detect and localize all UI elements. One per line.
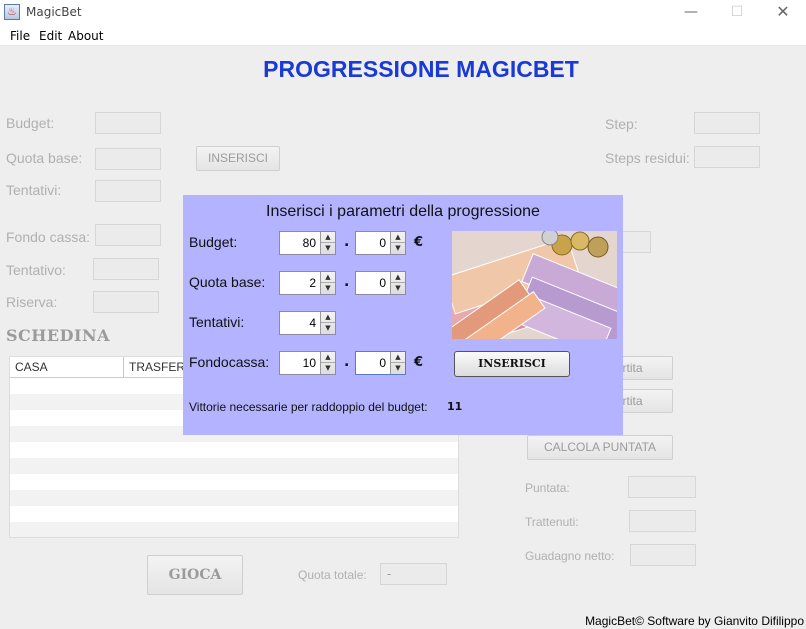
quota-dec-spinner[interactable]: 0 ▲ ▼	[355, 271, 406, 295]
spinner-arrows[interactable]: ▲ ▼	[320, 232, 335, 254]
euro-symbol: €	[414, 355, 424, 370]
tentativi-label: Tentativi:	[6, 182, 62, 198]
arrow-up-icon[interactable]: ▲	[321, 312, 335, 323]
table-row[interactable]	[10, 442, 458, 458]
quota-base-field[interactable]	[95, 148, 161, 170]
footer-credit: MagicBet© Software by Gianvito Difilippo	[585, 614, 804, 628]
arrow-up-icon[interactable]: ▲	[391, 352, 405, 363]
tentativi-field[interactable]	[95, 180, 161, 202]
page-title: PROGRESSIONE MAGICBET	[263, 56, 579, 82]
arrow-down-icon[interactable]: ▼	[391, 363, 405, 374]
menu-edit[interactable]: Edit	[39, 29, 62, 43]
fondocassa-dec-value[interactable]: 0	[356, 352, 390, 374]
calcola-puntata-button[interactable]: CALCOLA PUNTATA	[527, 435, 673, 460]
euro-symbol: €	[414, 235, 424, 250]
table-row[interactable]	[10, 522, 458, 537]
puntata-field	[628, 476, 696, 498]
maximize-button[interactable]: ☐	[714, 0, 760, 26]
dialog-budget-label: Budget:	[189, 234, 238, 250]
fondocassa-int-value[interactable]: 10	[280, 352, 320, 374]
guadagno-netto-field	[630, 544, 696, 566]
arrow-up-icon[interactable]: ▲	[321, 232, 335, 243]
steps-residui-label: Steps residui:	[605, 150, 690, 166]
quota-totale-label: Quota totale:	[298, 568, 367, 582]
decimal-dot: .	[344, 274, 350, 290]
menu-bar: File Edit About	[0, 26, 806, 46]
budget-int-spinner[interactable]: 80 ▲ ▼	[279, 231, 336, 255]
fondo-cassa-field[interactable]	[95, 224, 161, 246]
spinner-arrows[interactable]: ▲ ▼	[320, 312, 335, 334]
inserisci-button[interactable]: INSERISCI	[196, 146, 280, 171]
parameters-dialog: Inserisci i parametri della progressione…	[183, 195, 623, 435]
budget-int-value[interactable]: 80	[280, 232, 320, 254]
euro-banknotes-icon	[452, 231, 617, 339]
dialog-quota-base-label: Quota base:	[189, 274, 266, 290]
trattenuti-label: Trattenuti:	[525, 515, 579, 529]
trattenuti-field	[629, 510, 696, 532]
arrow-up-icon[interactable]: ▲	[321, 352, 335, 363]
arrow-down-icon[interactable]: ▼	[321, 323, 335, 334]
fondo-cassa-label: Fondo cassa:	[6, 229, 91, 245]
quota-base-label: Quota base:	[6, 150, 83, 166]
step-label: Step:	[605, 116, 638, 132]
arrow-down-icon[interactable]: ▼	[391, 283, 405, 294]
table-row[interactable]	[10, 474, 458, 490]
decimal-dot: .	[344, 354, 350, 370]
riserva-label: Riserva:	[6, 294, 58, 310]
dialog-inserisci-button[interactable]: INSERISCI	[454, 351, 570, 377]
spinner-arrows[interactable]: ▲ ▼	[390, 272, 405, 294]
schedina-title: SCHEDINA	[6, 326, 110, 345]
quota-int-spinner[interactable]: 2 ▲ ▼	[279, 271, 336, 295]
puntata-label: Puntata:	[525, 481, 570, 495]
quota-int-value[interactable]: 2	[280, 272, 320, 294]
arrow-down-icon[interactable]: ▼	[321, 243, 335, 254]
java-app-icon: ♨	[4, 4, 20, 20]
table-row[interactable]	[10, 490, 458, 506]
dialog-tentativi-label: Tentativi:	[189, 314, 245, 330]
fondocassa-int-spinner[interactable]: 10 ▲ ▼	[279, 351, 336, 375]
steps-residui-field	[694, 146, 760, 168]
spinner-arrows[interactable]: ▲ ▼	[390, 232, 405, 254]
minimize-button[interactable]: —	[668, 0, 714, 26]
fondocassa-dec-spinner[interactable]: 0 ▲ ▼	[355, 351, 406, 375]
quota-totale-field: -	[380, 563, 447, 585]
tentativo-label: Tentativo:	[6, 262, 66, 278]
budget-dec-spinner[interactable]: 0 ▲ ▼	[355, 231, 406, 255]
step-field	[694, 112, 760, 134]
menu-file[interactable]: File	[10, 29, 30, 43]
vittorie-value: 11	[447, 400, 463, 413]
quota-dec-value[interactable]: 0	[356, 272, 390, 294]
vittorie-label: Vittorie necessarie per raddoppio del bu…	[189, 400, 428, 414]
dialog-fondocassa-label: Fondocassa:	[189, 354, 270, 370]
spinner-arrows[interactable]: ▲ ▼	[320, 272, 335, 294]
window-title: MagicBet	[26, 5, 82, 19]
budget-dec-value[interactable]: 0	[356, 232, 390, 254]
arrow-up-icon[interactable]: ▲	[321, 272, 335, 283]
dialog-title: Inserisci i parametri della progressione	[266, 203, 540, 220]
tentativi-spinner[interactable]: 4 ▲ ▼	[279, 311, 336, 335]
spinner-arrows[interactable]: ▲ ▼	[390, 352, 405, 374]
tentativi-value[interactable]: 4	[280, 312, 320, 334]
arrow-down-icon[interactable]: ▼	[321, 283, 335, 294]
budget-field[interactable]	[95, 112, 161, 134]
arrow-up-icon[interactable]: ▲	[391, 232, 405, 243]
title-bar: ♨ MagicBet — ☐ ✕	[0, 0, 806, 26]
decimal-dot: .	[344, 234, 350, 250]
tentativo-field	[93, 258, 159, 280]
gioca-button[interactable]: GIOCA	[147, 555, 243, 595]
spinner-arrows[interactable]: ▲ ▼	[320, 352, 335, 374]
table-row[interactable]	[10, 506, 458, 522]
guadagno-netto-label: Guadagno netto:	[525, 549, 615, 563]
menu-about[interactable]: About	[68, 29, 103, 43]
budget-label: Budget:	[6, 115, 55, 131]
arrow-up-icon[interactable]: ▲	[391, 272, 405, 283]
column-casa[interactable]: CASA	[10, 357, 124, 378]
money-image	[452, 231, 617, 339]
riserva-field	[93, 291, 159, 313]
close-button[interactable]: ✕	[760, 0, 806, 26]
table-row[interactable]	[10, 458, 458, 474]
arrow-down-icon[interactable]: ▼	[321, 363, 335, 374]
arrow-down-icon[interactable]: ▼	[391, 243, 405, 254]
